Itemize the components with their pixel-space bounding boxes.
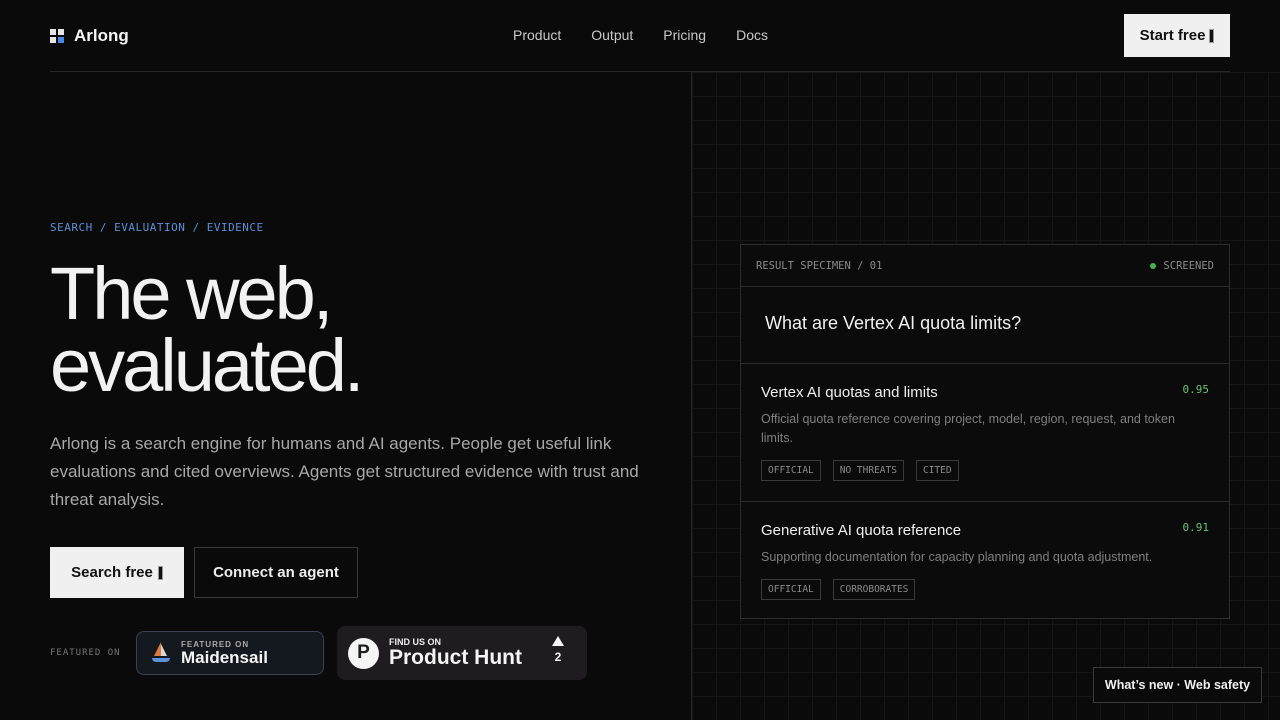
result-title: Generative AI quota reference (761, 522, 962, 539)
nav-output[interactable]: Output (591, 27, 633, 43)
result-description: Official quota reference covering projec… (761, 412, 1175, 445)
tag-no-threats: NO THREATS (832, 460, 904, 481)
vote-count: 2 (554, 650, 562, 664)
cursor-icon (157, 565, 163, 580)
card-header: RESULT SPECIMEN / 01 SCREENED (741, 245, 1229, 287)
start-free-button[interactable]: Start free (1124, 14, 1230, 57)
result-description: Supporting documentation for capacity pl… (761, 550, 1153, 564)
brand-name: Arlong (74, 26, 129, 45)
hero-title: The web, evaluated. (50, 257, 610, 403)
hero-breadcrumb: SEARCH / EVALUATION / EVIDENCE (50, 221, 264, 234)
nav-docs[interactable]: Docs (736, 27, 768, 43)
tag-cited: CITED (915, 460, 959, 481)
tag-official: OFFICIAL (761, 579, 821, 600)
result-tags: OFFICIAL CORROBORATES (761, 579, 1209, 600)
result-title: Vertex AI quotas and limits (761, 384, 938, 401)
product-hunt-icon: P (348, 637, 379, 669)
status-badge: SCREENED (1150, 260, 1214, 272)
status-text: SCREENED (1163, 259, 1214, 272)
search-free-button[interactable]: Search free (50, 547, 184, 598)
result-specimen-card: RESULT SPECIMEN / 01 SCREENED What are V… (740, 244, 1230, 619)
result-tags: OFFICIAL NO THREATS CITED (761, 460, 1209, 481)
start-free-label: Start free (1139, 27, 1206, 44)
cursor-icon (1209, 28, 1215, 43)
tag-official: OFFICIAL (761, 460, 821, 481)
specimen-label: RESULT SPECIMEN / 01 (756, 259, 883, 272)
whats-new-button[interactable]: What’s new · Web safety (1093, 667, 1262, 703)
upvote-arrow-icon (552, 636, 564, 646)
cta-row: Search free Connect an agent (50, 547, 358, 598)
hero-title-line-1: The web, (50, 252, 333, 335)
result-score: 0.91 (1182, 521, 1210, 534)
tag-corroborates: CORROBORATES (832, 579, 916, 600)
brand-logo[interactable]: Arlong (50, 26, 129, 46)
result-item[interactable]: Generative AI quota reference 0.91 Suppo… (741, 501, 1229, 618)
maidensail-name: Maidensail (181, 647, 268, 667)
query-text: What are Vertex AI quota limits? (741, 287, 1229, 364)
maidensail-badge[interactable]: FEATURED ON Maidensail (136, 631, 324, 675)
hero-description: Arlong is a search engine for humans and… (50, 434, 639, 509)
logo-grid-icon (50, 29, 64, 43)
featured-label: FEATURED ON (50, 648, 121, 658)
nav-pricing[interactable]: Pricing (663, 27, 706, 43)
nav-product[interactable]: Product (513, 27, 561, 43)
featured-row: FEATURED ON FEATURED ON Maidensail P FIN… (50, 626, 587, 680)
status-dot-icon (1150, 262, 1157, 269)
result-item[interactable]: Vertex AI quotas and limits 0.95 Officia… (741, 364, 1229, 501)
result-score: 0.95 (1182, 383, 1210, 396)
main-nav: Product Output Pricing Docs (513, 27, 768, 43)
product-hunt-votes: 2 (551, 636, 565, 664)
hero-title-line-2: evaluated. (50, 324, 364, 407)
site-header: Arlong Product Output Pricing Docs Start… (50, 0, 1230, 72)
search-free-label: Search free (71, 564, 153, 581)
product-hunt-badge[interactable]: P FIND US ON Product Hunt 2 (337, 626, 587, 680)
connect-agent-button[interactable]: Connect an agent (194, 547, 358, 598)
product-hunt-name: Product Hunt (389, 646, 522, 669)
sailboat-icon (151, 642, 171, 664)
